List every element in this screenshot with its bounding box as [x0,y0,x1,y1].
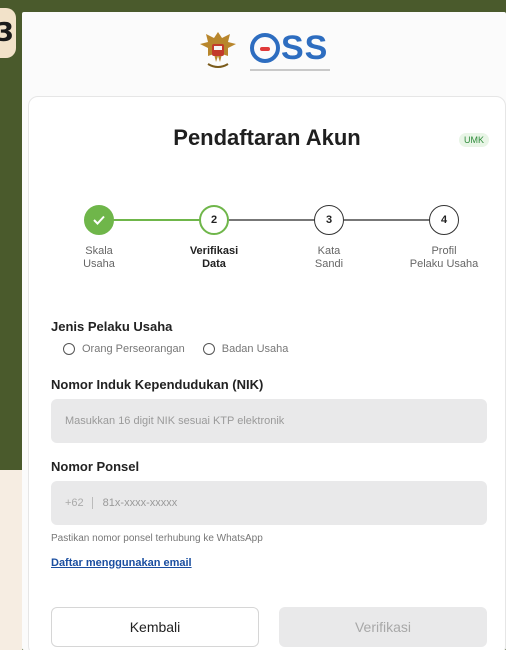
umk-badge: UMK [459,133,489,147]
step-3-circle: 3 [314,205,344,235]
radio-circle-icon[interactable] [63,343,75,355]
nik-label: Nomor Induk Kependudukan (NIK) [51,377,264,392]
oss-logo-icon [250,33,280,63]
progress-stepper: 2 3 4 Skala Usaha Verifikasi Data Kata S… [29,205,505,285]
radio-label: Orang Perseorangan [82,343,185,355]
stepper-line-1 [99,219,214,221]
step-number: 3 [0,18,14,48]
back-button[interactable]: Kembali [51,607,259,647]
registration-card: Pendaftaran Akun UMK 2 3 4 Skala Usaha V… [28,96,506,650]
oss-logo: SS [250,31,330,71]
step-4-circle: 4 [429,205,459,235]
garuda-emblem-icon [200,32,236,68]
step-4-label: Profil Pelaku Usaha [409,245,479,270]
country-code-prefix: +62 [65,497,93,509]
register-with-email-link[interactable]: Daftar menggunakan email [51,557,192,569]
step-2-circle: 2 [199,205,229,235]
radio-orang-perseorangan[interactable]: Orang Perseorangan [63,343,185,355]
phone-placeholder: 81x-xxxx-xxxxx [102,497,178,509]
page-title: Pendaftaran Akun [173,125,361,150]
phone-input[interactable]: +62 81x-xxxx-xxxxx [51,481,487,525]
phone-hint: Pastikan nomor ponsel terhubung ke Whats… [51,533,263,544]
step-1-circle [84,205,114,235]
radio-label: Badan Usaha [221,343,289,355]
background-panel [0,470,22,650]
jenis-pelaku-radio-group: Orang Perseorangan Badan Usaha [63,343,288,355]
step-2-label: Verifikasi Data [189,245,239,270]
check-icon [93,215,105,225]
radio-circle-icon[interactable] [202,343,215,355]
registration-screen: SS Pendaftaran Akun UMK 2 3 4 Skala Usah… [22,12,506,650]
nik-input[interactable]: Masukkan 16 digit NIK sesuai KTP elektro… [51,399,487,443]
radio-badan-usaha[interactable]: Badan Usaha [202,343,289,355]
step-number-badge: 3 [0,8,16,58]
step-3-label: Kata Sandi [314,245,344,270]
oss-logo-text: SS [281,29,329,67]
oss-logo-tagline [250,69,330,71]
verify-button[interactable]: Verifikasi [279,607,487,647]
phone-label: Nomor Ponsel [51,459,140,474]
step-1-label: Skala Usaha [83,245,115,270]
background-strip [0,0,22,650]
jenis-pelaku-label: Jenis Pelaku Usaha [51,319,173,334]
app-header: SS [22,12,506,90]
